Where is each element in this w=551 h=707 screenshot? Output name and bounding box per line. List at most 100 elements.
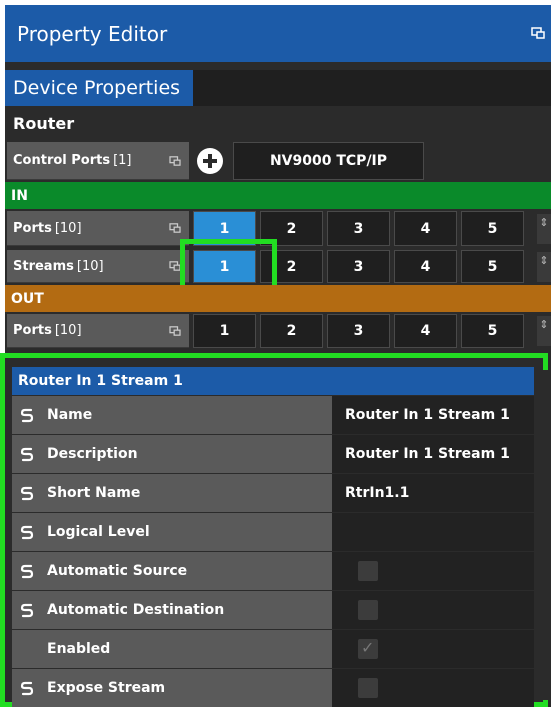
property-label: Description [12,435,332,473]
property-label: Short Name [12,474,332,512]
control-ports-count: [1] [113,153,132,168]
property-label-text: Automatic Source [47,563,188,579]
expose-stream-checkbox[interactable] [358,678,378,698]
property-label: Enabled [12,630,332,668]
property-row-logical-level: Logical Level [12,512,534,551]
property-label: Automatic Source [12,552,332,590]
properties-scrollbar[interactable] [536,370,548,700]
out-port-button-2[interactable]: 2 [260,314,323,348]
in-stream-number: 3 [353,258,364,275]
property-value-text: Router In 1 Stream 1 [345,407,510,423]
link-icon[interactable] [19,680,35,696]
property-row-name: Name Router In 1 Stream 1 [12,395,534,434]
property-row-expose-stream: Expose Stream [12,668,534,707]
property-label-text: Logical Level [47,524,150,540]
property-row-short-name: Short Name RtrIn1.1 [12,473,534,512]
property-label-text: Automatic Destination [47,602,225,618]
detach-icon[interactable] [169,155,181,166]
in-port-button-3[interactable]: 3 [327,211,390,246]
out-section-bar: OUT [5,285,551,312]
property-label-text: Description [47,446,138,462]
in-ports-label: Ports [13,220,52,236]
out-port-number: 5 [487,323,498,339]
property-value[interactable] [332,513,534,551]
in-stream-button-5[interactable]: 5 [461,250,524,283]
link-icon[interactable] [19,446,35,462]
out-ports-button[interactable]: Ports [10] [7,314,189,348]
out-port-button-4[interactable]: 4 [394,314,457,348]
properties-header: Router In 1 Stream 1 [12,367,534,395]
in-streams-count: [10] [76,258,104,274]
property-label: Automatic Destination [12,591,332,629]
in-section-label: IN [11,187,28,204]
link-icon[interactable] [19,563,35,579]
in-streams-button[interactable]: Streams [10] [7,250,189,283]
in-port-number: 1 [219,220,230,237]
property-row-enabled: Enabled [12,629,534,668]
out-port-number: 2 [286,323,297,339]
add-control-port-icon[interactable] [197,148,223,174]
in-section-bar: IN [5,182,551,209]
control-ports-label: Control Ports [13,153,111,168]
in-port-number: 3 [353,220,364,237]
link-icon[interactable] [19,485,35,501]
property-value-text: Router In 1 Stream 1 [345,446,510,462]
out-section-label: OUT [11,290,44,307]
out-port-number: 1 [219,323,230,339]
in-port-number: 4 [420,220,431,237]
property-label: Name [12,396,332,434]
link-icon[interactable] [19,602,35,618]
property-label: Expose Stream [12,669,332,707]
properties-header-text: Router In 1 Stream 1 [18,373,183,389]
property-value[interactable]: Router In 1 Stream 1 [332,435,534,473]
property-label-text: Short Name [47,485,141,501]
control-port-nv9000-button[interactable]: NV9000 TCP/IP [233,142,424,180]
in-streams-label: Streams [13,258,74,274]
out-ports-spinner[interactable]: ⇕ [537,316,551,346]
router-header: Router [5,106,551,140]
in-ports-count: [10] [54,220,82,236]
tab-strip-fill [193,70,551,106]
property-value[interactable]: Router In 1 Stream 1 [332,396,534,434]
in-stream-number: 5 [487,258,498,275]
property-label-text: Expose Stream [47,680,166,696]
panel-title-text: Property Editor [17,21,168,46]
property-label-text: Enabled [47,641,111,657]
out-port-button-3[interactable]: 3 [327,314,390,348]
in-stream-button-4[interactable]: 4 [394,250,457,283]
tab-device-properties[interactable]: Device Properties [5,70,193,106]
property-row-automatic-destination: Automatic Destination [12,590,534,629]
in-port-button-4[interactable]: 4 [394,211,457,246]
property-value-text: RtrIn1.1 [345,485,410,501]
control-ports-button[interactable]: Control Ports [1] [7,142,189,180]
link-icon[interactable] [19,524,35,540]
automatic-destination-checkbox[interactable] [358,600,378,620]
property-label-text: Name [47,407,93,423]
out-ports-label: Ports [13,323,52,338]
out-port-number: 3 [353,323,364,339]
in-port-button-5[interactable]: 5 [461,211,524,246]
property-row-automatic-source: Automatic Source [12,551,534,590]
router-header-text: Router [13,113,75,133]
property-label: Logical Level [12,513,332,551]
in-port-number: 5 [487,220,498,237]
enabled-checkbox[interactable] [358,638,378,659]
out-ports-count: [10] [54,323,82,338]
tab-strip [5,62,551,70]
detach-icon[interactable] [169,223,181,233]
in-streams-spinner[interactable]: ⇕ [537,252,551,282]
in-port-number: 2 [286,220,297,237]
link-icon[interactable] [19,407,35,423]
in-stream-number: 2 [286,258,297,275]
automatic-source-checkbox[interactable] [358,561,378,581]
in-stream-button-3[interactable]: 3 [327,250,390,283]
panel-title: Property Editor [5,5,551,62]
out-port-button-1[interactable]: 1 [193,314,256,348]
in-ports-spinner[interactable]: ⇕ [537,214,551,244]
out-port-button-5[interactable]: 5 [461,314,524,348]
detach-icon[interactable] [169,325,181,336]
in-ports-button[interactable]: Ports [10] [7,211,189,246]
in-stream-number: 4 [420,258,431,275]
property-value[interactable]: RtrIn1.1 [332,474,534,512]
detach-icon[interactable] [531,27,545,39]
